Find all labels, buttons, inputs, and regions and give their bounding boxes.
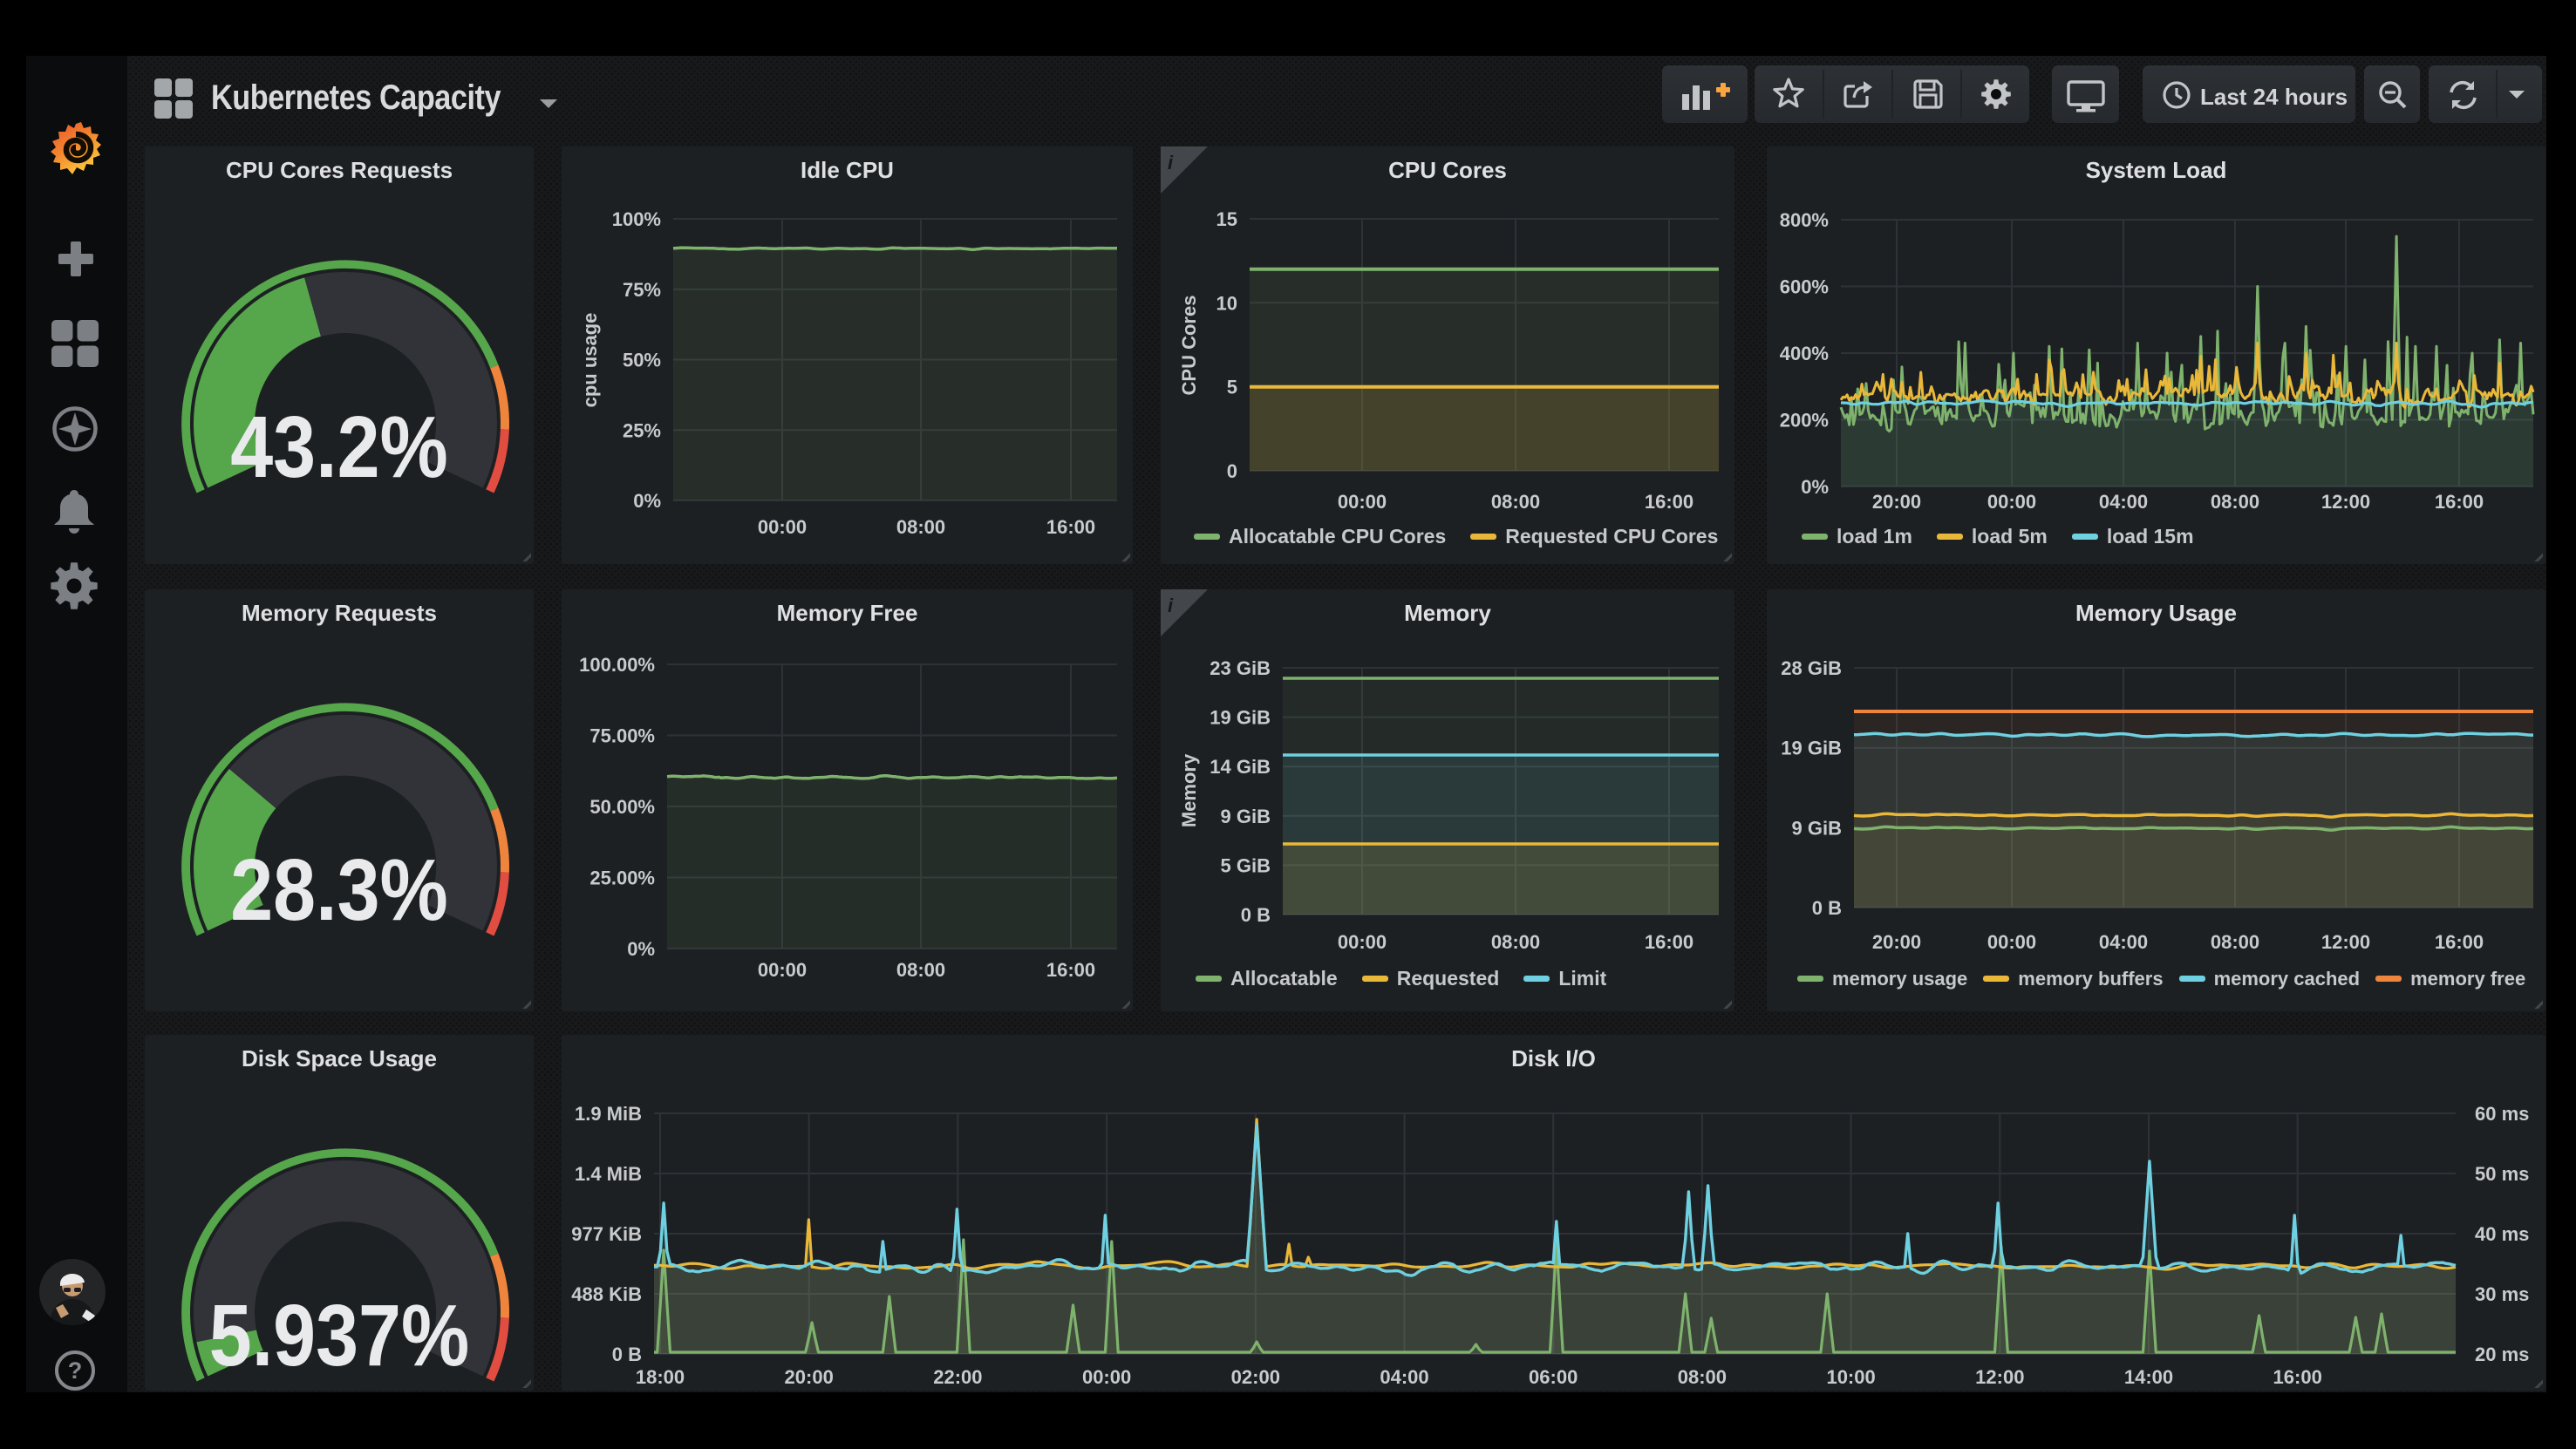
svg-text:977 KiB: 977 KiB (571, 1223, 642, 1245)
svg-text:1.4 MiB: 1.4 MiB (575, 1163, 642, 1185)
svg-text:02:00: 02:00 (1231, 1366, 1280, 1388)
svg-text:60 ms: 60 ms (2475, 1103, 2529, 1125)
svg-text:10: 10 (1216, 292, 1237, 314)
svg-text:08:00: 08:00 (1678, 1366, 1727, 1388)
svg-text:20:00: 20:00 (785, 1366, 834, 1388)
svg-text:100.00%: 100.00% (579, 654, 655, 676)
svg-text:0 B: 0 B (1241, 904, 1271, 926)
svg-text:50.00%: 50.00% (589, 796, 655, 818)
svg-text:08:00: 08:00 (2211, 491, 2259, 513)
svg-text:1.9 MiB: 1.9 MiB (575, 1103, 642, 1125)
svg-text:12:00: 12:00 (2321, 931, 2370, 953)
svg-text:16:00: 16:00 (1046, 516, 1095, 538)
svg-text:20:00: 20:00 (1872, 491, 1921, 513)
svg-text:00:00: 00:00 (1987, 931, 2036, 953)
svg-text:16:00: 16:00 (1046, 959, 1095, 981)
svg-text:0 B: 0 B (1812, 897, 1842, 919)
svg-text:20 ms: 20 ms (2475, 1344, 2529, 1365)
svg-text:23 GiB: 23 GiB (1210, 657, 1271, 679)
svg-text:28 GiB: 28 GiB (1781, 657, 1842, 679)
svg-text:12:00: 12:00 (2321, 491, 2370, 513)
svg-text:19 GiB: 19 GiB (1210, 707, 1271, 729)
svg-text:800%: 800% (1780, 209, 1829, 231)
svg-text:600%: 600% (1780, 276, 1829, 298)
svg-text:19 GiB: 19 GiB (1781, 738, 1842, 759)
svg-text:9 GiB: 9 GiB (1792, 817, 1842, 839)
svg-text:488 KiB: 488 KiB (571, 1283, 642, 1305)
svg-text:5 GiB: 5 GiB (1221, 854, 1271, 876)
svg-text:00:00: 00:00 (1987, 491, 2036, 513)
svg-text:CPU Cores: CPU Cores (1178, 296, 1200, 396)
svg-text:08:00: 08:00 (896, 516, 945, 538)
svg-text:08:00: 08:00 (2211, 931, 2259, 953)
svg-text:25%: 25% (623, 419, 661, 441)
svg-text:00:00: 00:00 (758, 516, 807, 538)
svg-text:08:00: 08:00 (1491, 931, 1540, 953)
svg-text:50%: 50% (623, 350, 661, 371)
svg-text:200%: 200% (1780, 410, 1829, 432)
svg-text:18:00: 18:00 (636, 1366, 685, 1388)
svg-text:400%: 400% (1780, 343, 1829, 364)
svg-text:14 GiB: 14 GiB (1210, 756, 1271, 778)
svg-text:20:00: 20:00 (1872, 931, 1921, 953)
svg-text:22:00: 22:00 (933, 1366, 982, 1388)
svg-text:?: ? (68, 1357, 83, 1384)
svg-text:5: 5 (1227, 377, 1237, 398)
svg-text:cpu usage: cpu usage (579, 313, 601, 408)
svg-text:16:00: 16:00 (1645, 491, 1693, 513)
svg-text:40 ms: 40 ms (2475, 1223, 2529, 1245)
svg-text:00:00: 00:00 (758, 959, 807, 981)
svg-text:08:00: 08:00 (896, 959, 945, 981)
svg-text:16:00: 16:00 (1645, 931, 1693, 953)
svg-text:16:00: 16:00 (2435, 931, 2484, 953)
svg-text:10:00: 10:00 (1826, 1366, 1875, 1388)
svg-text:30 ms: 30 ms (2475, 1283, 2529, 1305)
svg-text:50 ms: 50 ms (2475, 1163, 2529, 1185)
svg-text:75%: 75% (623, 279, 661, 301)
svg-text:12:00: 12:00 (1975, 1366, 2024, 1388)
svg-text:04:00: 04:00 (1380, 1366, 1428, 1388)
svg-text:75.00%: 75.00% (589, 725, 655, 747)
svg-text:0%: 0% (633, 490, 661, 512)
svg-text:9 GiB: 9 GiB (1221, 806, 1271, 827)
svg-text:100%: 100% (612, 208, 661, 230)
svg-text:0: 0 (1227, 460, 1237, 482)
svg-text:00:00: 00:00 (1338, 931, 1387, 953)
svg-text:0 B: 0 B (612, 1344, 642, 1365)
svg-text:16:00: 16:00 (2273, 1366, 2322, 1388)
svg-text:08:00: 08:00 (1491, 491, 1540, 513)
svg-text:04:00: 04:00 (2099, 931, 2148, 953)
svg-text:0%: 0% (627, 938, 655, 960)
svg-text:Memory: Memory (1178, 753, 1200, 827)
svg-text:25.00%: 25.00% (589, 867, 655, 889)
svg-text:14:00: 14:00 (2124, 1366, 2173, 1388)
svg-text:04:00: 04:00 (2099, 491, 2148, 513)
svg-text:06:00: 06:00 (1529, 1366, 1578, 1388)
svg-text:00:00: 00:00 (1082, 1366, 1131, 1388)
svg-text:16:00: 16:00 (2435, 491, 2484, 513)
svg-text:00:00: 00:00 (1338, 491, 1387, 513)
svg-text:15: 15 (1216, 208, 1237, 230)
svg-text:0%: 0% (1801, 476, 1829, 498)
